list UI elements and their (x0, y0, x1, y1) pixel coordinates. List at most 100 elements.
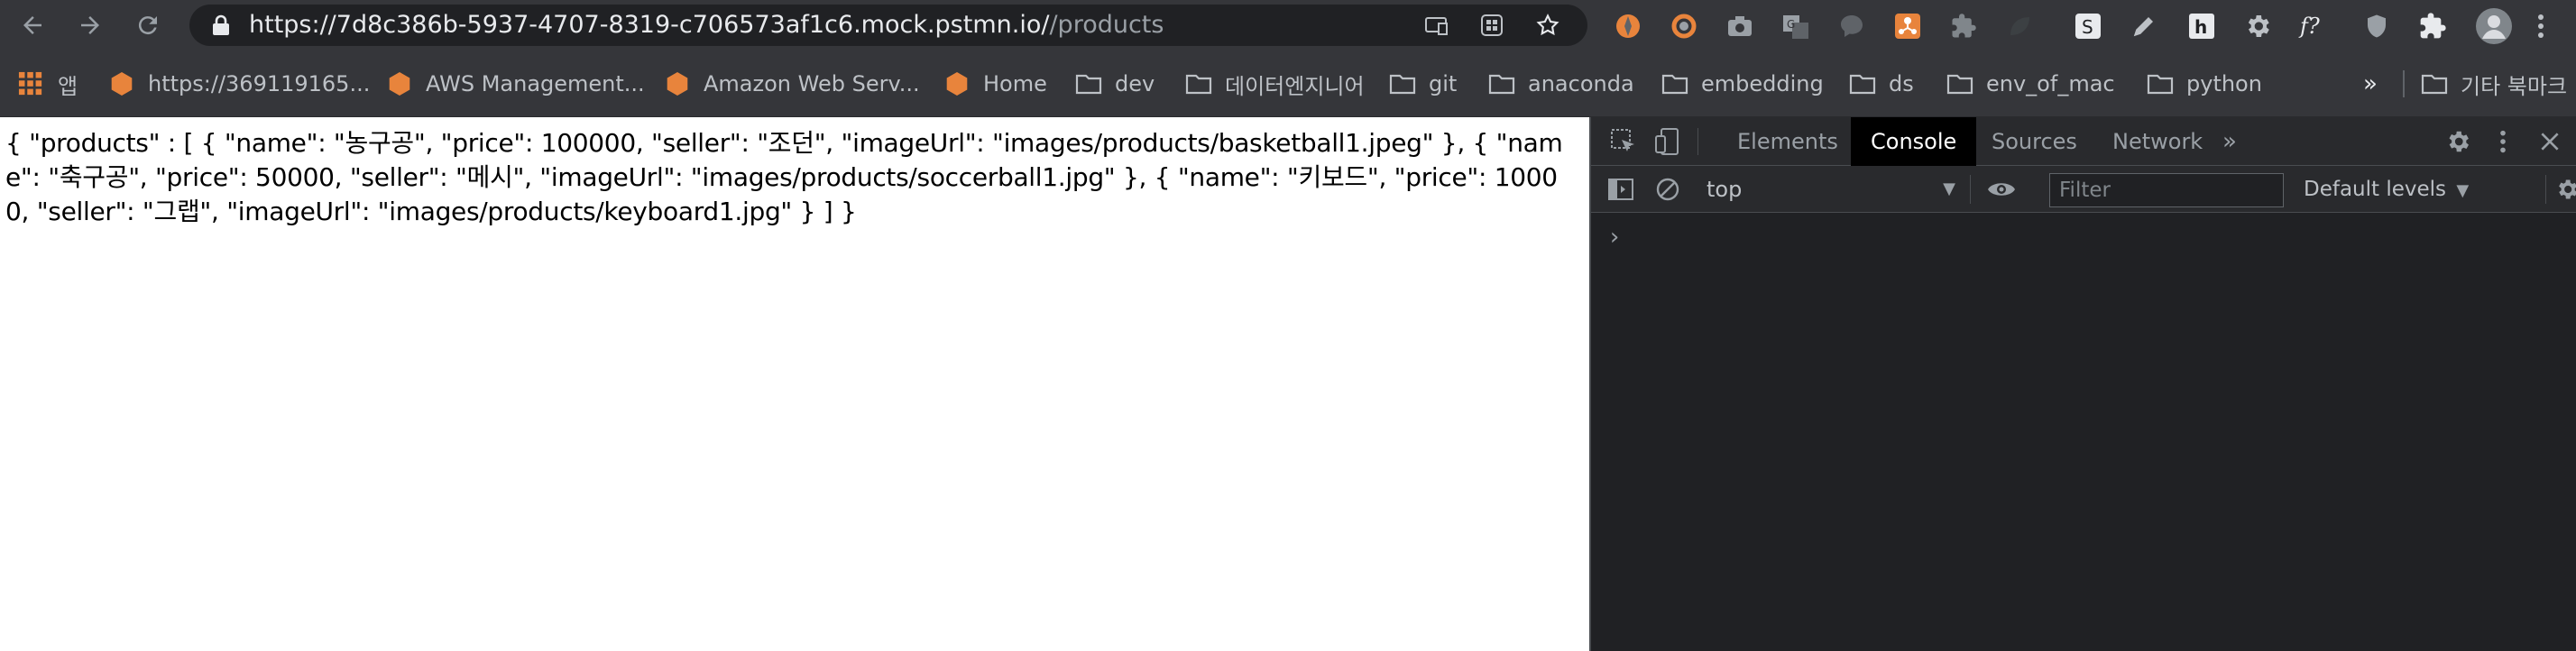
bookmark-label: 데이터엔지니어 (1225, 73, 1365, 99)
other-bookmarks-label: 기타 북마크 (2461, 73, 2568, 99)
extension-shield[interactable] (2361, 11, 2392, 41)
extensions-menu-button[interactable] (2417, 11, 2448, 41)
shield-icon (2368, 14, 2386, 38)
extension-compass[interactable] (1613, 11, 1643, 41)
ring-icon (1671, 14, 1697, 39)
folder-icon (2147, 74, 2174, 95)
aws-hexagon-icon (946, 72, 968, 96)
bookmark-label: Home (983, 71, 1047, 96)
network-icon (1895, 14, 1920, 39)
bookmark-label: AWS Management... (426, 71, 645, 96)
forward-arrow-icon (81, 16, 99, 34)
url-text[interactable]: https://7d8c386b-5937-4707-8319-c706573a… (249, 5, 1164, 46)
apps-shortcut[interactable]: 앱 (18, 69, 78, 99)
dropdown-arrow-icon: ▼ (2456, 181, 2470, 200)
profile-avatar[interactable] (2475, 7, 2513, 45)
bookmark-item[interactable]: Home (943, 69, 1047, 99)
kebab-menu-icon[interactable] (2497, 128, 2509, 155)
svg-text:G: G (1787, 18, 1795, 31)
bookmark-item[interactable]: https://369119165... (108, 69, 370, 99)
extension-pencil[interactable] (2129, 11, 2159, 41)
inspect-element-icon[interactable] (1609, 127, 1638, 156)
extension-chat[interactable] (1836, 11, 1867, 41)
dropdown-arrow-icon: ▼ (1943, 179, 1955, 198)
address-bar[interactable]: https://7d8c386b-5937-4707-8319-c706573a… (189, 5, 1587, 46)
extension-translate[interactable]: G (1780, 11, 1811, 41)
apps-grid-icon (18, 71, 42, 96)
chat-bubble-icon (1841, 15, 1863, 37)
kebab-menu-icon (2538, 14, 2544, 38)
toolbar-divider (1970, 175, 1971, 204)
bookmark-folder[interactable]: dev (1075, 69, 1155, 99)
toolbar-divider (2545, 175, 2546, 204)
extension-network[interactable] (1892, 11, 1923, 41)
bookmark-folder[interactable]: 데이터엔지니어 (1185, 69, 1365, 99)
forward-button[interactable] (72, 7, 108, 43)
extension-formula[interactable]: f? (2298, 11, 2329, 41)
tab-grid-icon[interactable] (1479, 13, 1504, 38)
cast-icon[interactable] (1423, 13, 1449, 38)
tab-sources[interactable]: Sources (1972, 117, 2097, 166)
reload-button[interactable] (130, 7, 166, 43)
bookmark-folder[interactable]: env_of_mac (1946, 69, 2115, 99)
page-viewport: { "products" : [ { "name": "농구공", "price… (0, 117, 1589, 651)
extension-ring[interactable] (1669, 11, 1699, 41)
log-levels-dropdown[interactable]: Default levels ▼ (2296, 173, 2477, 206)
gear-icon (2248, 15, 2269, 37)
bookmark-folder[interactable]: git (1389, 69, 1457, 99)
tab-console[interactable]: Console (1851, 117, 1977, 166)
console-settings-gear-icon[interactable] (2554, 177, 2576, 202)
bookmark-folder[interactable]: embedding (1661, 69, 1824, 99)
extension-s[interactable]: S (2073, 11, 2103, 41)
folder-icon (1185, 74, 1212, 95)
extension-camera[interactable] (1725, 11, 1755, 41)
console-toolbar: top ▼ Default levels ▼ (1591, 166, 2576, 213)
bookmark-label: anaconda (1528, 71, 1634, 96)
extension-hidden[interactable] (2004, 11, 2035, 41)
back-button[interactable] (14, 7, 51, 43)
bookmark-label: git (1429, 71, 1458, 96)
clear-console-icon[interactable] (1654, 176, 1681, 203)
apps-label: 앱 (58, 73, 78, 99)
tab-network[interactable]: Network (2093, 117, 2222, 166)
bookmark-item[interactable]: AWS Management... (386, 69, 645, 99)
folder-icon (1946, 74, 1973, 95)
more-tabs-button[interactable]: » (2213, 117, 2246, 166)
devtools-tab-bar: Elements Console Sources Network » (1591, 117, 2576, 166)
formula-fx-icon: f? (2298, 14, 2320, 39)
console-filter-input[interactable] (2049, 173, 2284, 207)
bookmark-folder[interactable]: python (2147, 69, 2262, 99)
bookmark-folder[interactable]: anaconda (1488, 69, 1634, 99)
folder-icon (1661, 74, 1688, 95)
aws-hexagon-icon (667, 72, 688, 96)
folder-icon (2421, 74, 2448, 95)
puzzle-piece-icon (2420, 13, 2446, 39)
context-selector[interactable]: top ▼ (1699, 173, 1961, 206)
reload-icon (138, 16, 157, 35)
pencil-icon (2133, 17, 2153, 37)
extension-h[interactable]: h (2186, 11, 2217, 41)
bookmark-label: ds (1889, 71, 1914, 96)
console-prompt[interactable]: › (1607, 224, 1622, 251)
extension-puzzle-gray[interactable] (1948, 11, 1979, 41)
devtools-panel: Elements Console Sources Network » top ▼… (1589, 117, 2576, 651)
extension-gear[interactable] (2242, 11, 2273, 41)
bookmarks-overflow-button[interactable]: » (2363, 69, 2378, 99)
tab-elements[interactable]: Elements (1717, 117, 1858, 166)
bookmark-label: embedding (1701, 71, 1824, 96)
eye-icon[interactable] (1986, 177, 2017, 202)
s-letter-icon: S (2075, 14, 2101, 39)
lock-icon (213, 14, 229, 35)
other-bookmarks[interactable]: 기타 북마크 (2421, 69, 2567, 99)
bookmark-item[interactable]: Amazon Web Serv... (664, 69, 920, 99)
sidebar-toggle-icon[interactable] (1607, 176, 1634, 203)
device-toolbar-icon[interactable] (1654, 127, 1683, 156)
tab-divider (1697, 128, 1698, 155)
close-icon[interactable] (2538, 130, 2562, 153)
bookmark-star-icon[interactable] (1535, 13, 1560, 38)
bookmarks-bar: 앱 https://369119165... AWS Management...… (0, 50, 2576, 117)
settings-gear-icon[interactable] (2444, 128, 2471, 155)
browser-menu-button[interactable] (2525, 11, 2556, 41)
bookmark-folder[interactable]: ds (1849, 69, 1914, 99)
context-value: top (1707, 177, 1743, 202)
